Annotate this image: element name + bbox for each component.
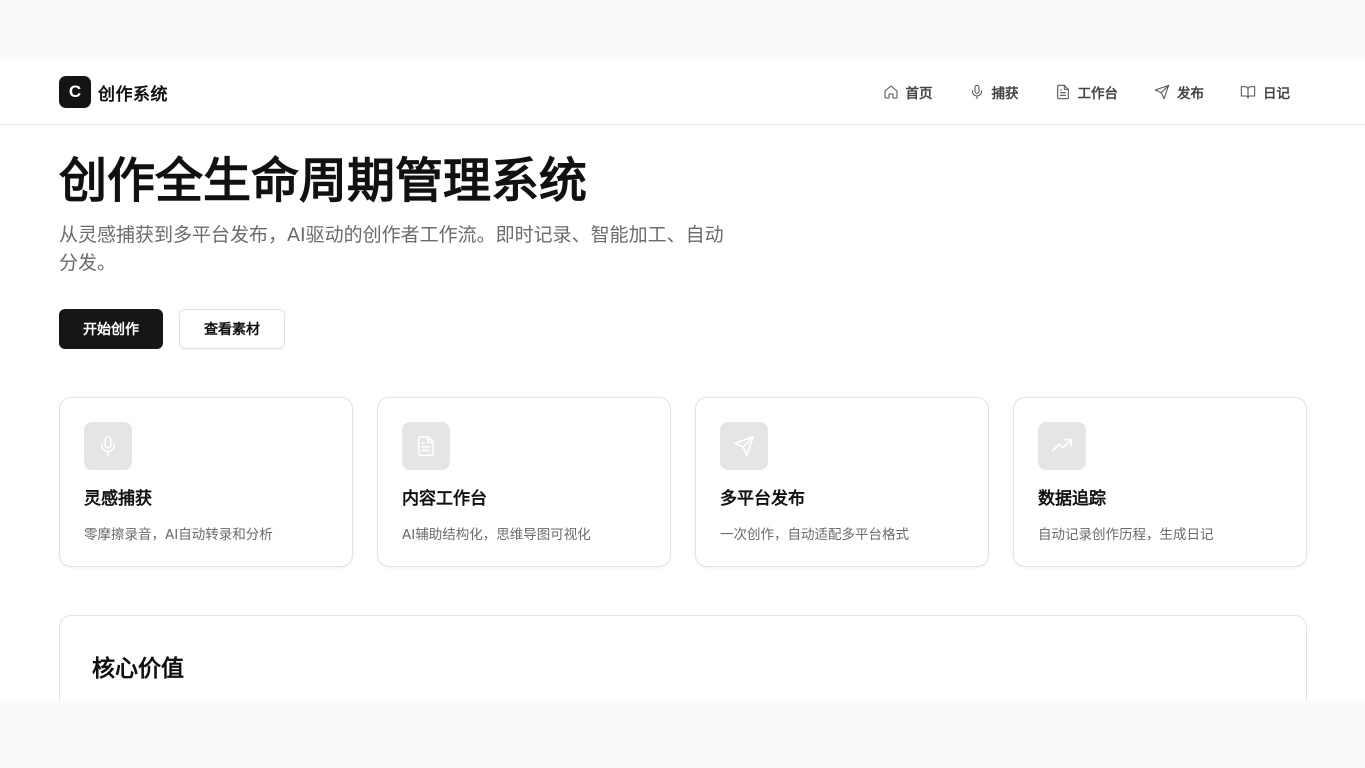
view-materials-button[interactable]: 查看素材 <box>179 309 285 349</box>
nav-item-label: 首页 <box>905 86 933 102</box>
card-description: 自动记录创作历程，生成日记 <box>1038 527 1214 543</box>
top-navbar: C 创作系统 首页 捕获 工作台 发布 日记 <box>0 60 1365 125</box>
feature-card-workbench[interactable]: 内容工作台 AI辅助结构化，思维导图可视化 <box>377 397 671 567</box>
hero-subtitle: 从灵感捕获到多平台发布，AI驱动的创作者工作流。即时记录、智能加工、自动分发。 <box>59 224 724 274</box>
card-icon-box <box>1038 422 1086 470</box>
nav-item-publish[interactable]: 发布 <box>1154 82 1204 102</box>
card-icon-box <box>84 422 132 470</box>
card-title: 内容工作台 <box>402 489 487 509</box>
mic-icon <box>971 84 982 100</box>
start-creating-button[interactable]: 开始创作 <box>59 309 163 349</box>
nav-item-label: 工作台 <box>1077 86 1119 102</box>
nav-item-label: 发布 <box>1177 86 1204 102</box>
card-description: 一次创作，自动适配多平台格式 <box>720 527 909 543</box>
trending-up-icon <box>1052 438 1072 452</box>
nav-item-home[interactable]: 首页 <box>883 82 933 102</box>
file-text-icon <box>417 436 435 456</box>
app-viewport: C 创作系统 首页 捕获 工作台 发布 日记 创作全生命周期管理系统 从灵感捕获… <box>0 60 1365 700</box>
card-title: 多平台发布 <box>720 489 805 509</box>
logo-mark: C <box>59 76 91 108</box>
send-icon <box>1154 84 1170 100</box>
nav-item-label: 捕获 <box>991 86 1019 102</box>
logo[interactable]: C 创作系统 <box>59 76 168 108</box>
section-title: 核心价值 <box>92 656 184 682</box>
main-nav: 首页 捕获 工作台 发布 日记 <box>883 82 1290 102</box>
mic-icon <box>100 436 116 456</box>
nav-item-diary[interactable]: 日记 <box>1240 82 1290 102</box>
card-description: AI辅助结构化，思维导图可视化 <box>402 527 591 543</box>
nav-item-capture[interactable]: 捕获 <box>969 82 1019 102</box>
card-title: 数据追踪 <box>1038 489 1106 509</box>
nav-item-label: 日记 <box>1263 86 1290 102</box>
send-icon <box>734 436 754 456</box>
home-icon <box>883 85 898 99</box>
card-description: 零摩擦录音，AI自动转录和分析 <box>84 527 273 543</box>
nav-item-workbench[interactable]: 工作台 <box>1055 82 1119 102</box>
card-icon-box <box>402 422 450 470</box>
card-icon-box <box>720 422 768 470</box>
app-name: 创作系统 <box>98 84 168 105</box>
book-open-icon <box>1240 86 1256 99</box>
core-value-section: 核心价值 <box>59 615 1307 700</box>
hero-title: 创作全生命周期管理系统 <box>59 153 588 209</box>
feature-card-tracking[interactable]: 数据追踪 自动记录创作历程，生成日记 <box>1013 397 1307 567</box>
feature-card-publish[interactable]: 多平台发布 一次创作，自动适配多平台格式 <box>695 397 989 567</box>
feature-card-capture[interactable]: 灵感捕获 零摩擦录音，AI自动转录和分析 <box>59 397 353 567</box>
card-title: 灵感捕获 <box>84 489 152 509</box>
file-text-icon <box>1056 84 1069 100</box>
